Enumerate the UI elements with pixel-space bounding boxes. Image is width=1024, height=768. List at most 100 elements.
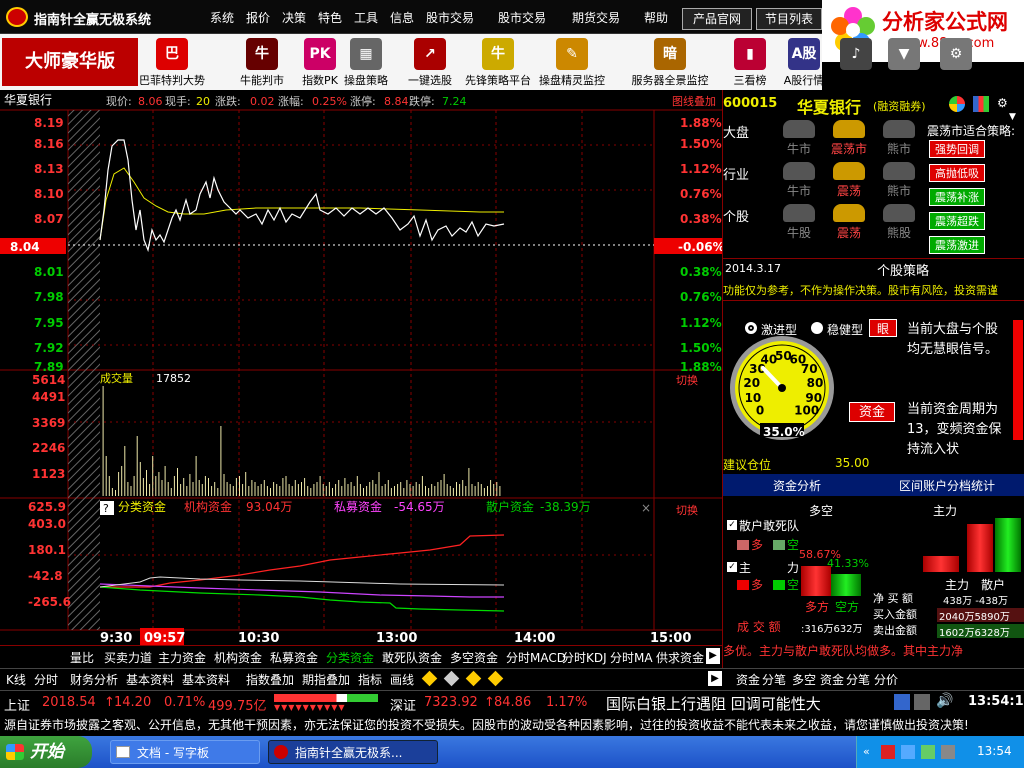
news-headline[interactable]: 国际白银上行遇阻 回调可能性大 bbox=[606, 693, 821, 714]
strategy-button-2[interactable]: 震荡补涨 bbox=[929, 188, 985, 206]
short-bar bbox=[831, 574, 861, 596]
overlay-button[interactable]: 图线叠加 bbox=[672, 94, 716, 108]
toolbar-scroll-icon[interactable]: ▼ bbox=[1008, 68, 1020, 88]
market-bear-label-1: 熊市 bbox=[886, 184, 911, 198]
view-tab-2[interactable]: 财务分析 bbox=[70, 671, 118, 688]
market-row-label-1: 行业 bbox=[723, 168, 750, 183]
strategy-button-0[interactable]: 强势回调 bbox=[929, 140, 985, 158]
toolbar-button-3[interactable]: ▦ 操盘策略 bbox=[330, 38, 402, 88]
settings-icon[interactable]: ⚙ bbox=[997, 96, 1008, 110]
menu-stock-trade[interactable]: 股市交易 bbox=[426, 9, 474, 26]
main-checkbox[interactable]: ✓ bbox=[727, 562, 737, 572]
retail-checkbox[interactable]: ✓ bbox=[727, 520, 737, 530]
view-tab-4[interactable]: 基本资料 bbox=[182, 671, 230, 688]
toolbar-button-7[interactable]: 暗服务器全景监控 bbox=[622, 38, 718, 88]
strategy-button-3[interactable]: 震荡超跌 bbox=[929, 212, 985, 230]
pct-label: 涨幅: bbox=[278, 95, 304, 108]
indicator-tab-3[interactable]: 机构资金 bbox=[214, 649, 262, 666]
side-tab-3[interactable]: 资金 bbox=[820, 671, 844, 688]
indicator-tab-1[interactable]: 买卖力道 bbox=[104, 649, 152, 666]
chat-icon[interactable] bbox=[914, 694, 930, 710]
indicator-tab-2[interactable]: 主力资金 bbox=[158, 649, 206, 666]
draw-tool-icon-1[interactable] bbox=[443, 670, 460, 687]
draw-tool-icon-2[interactable] bbox=[465, 670, 482, 687]
draw-tool-icon-3[interactable] bbox=[487, 670, 504, 687]
indicator-tab-5[interactable]: 分类资金 bbox=[326, 649, 374, 666]
tray-display-icon[interactable] bbox=[901, 745, 915, 759]
view-tab-0[interactable]: K线 bbox=[6, 671, 26, 688]
tabs-scroll-right-icon[interactable]: ▶ bbox=[706, 648, 720, 664]
news-icon[interactable] bbox=[894, 694, 910, 710]
fund-axis-label-4: -265.6 bbox=[28, 595, 71, 609]
toolbar-icon-6: ✎ bbox=[556, 38, 588, 70]
speaker-icon[interactable]: 🔊 bbox=[936, 693, 953, 709]
volume-switch-button[interactable]: 切换 bbox=[676, 373, 698, 387]
net-buy-label: 净 买 额 bbox=[873, 592, 913, 605]
view-tab-8[interactable]: 画线 bbox=[390, 671, 414, 688]
indicator-tab-0[interactable]: 量比 bbox=[70, 649, 94, 666]
indicator-tab-4[interactable]: 私募资金 bbox=[270, 649, 318, 666]
sz-index-label: 深证 bbox=[390, 699, 417, 714]
view-tab-5[interactable]: 指数叠加 bbox=[246, 671, 294, 688]
view-tab-7[interactable]: 指标 bbox=[358, 671, 382, 688]
tab-fund-analysis[interactable]: 资金分析 bbox=[773, 477, 821, 494]
tray-network-icon[interactable] bbox=[881, 745, 895, 759]
fund-close-icon[interactable]: × bbox=[641, 501, 651, 515]
pct-axis-label-2: 1.12% bbox=[680, 162, 722, 176]
toolbar-button-0[interactable]: 巴巴菲特判大势 bbox=[136, 38, 208, 88]
steady-radio[interactable] bbox=[811, 322, 823, 334]
menu-decision[interactable]: 决策 bbox=[282, 9, 306, 26]
official-site-button[interactable]: 产品官网 bbox=[682, 8, 752, 30]
menu-feature[interactable]: 特色 bbox=[318, 9, 342, 26]
view-tab-1[interactable]: 分时 bbox=[34, 671, 58, 688]
side-scroll-icon[interactable]: ▼ bbox=[1009, 112, 1016, 122]
inst-fund-value: 93.04万 bbox=[246, 500, 292, 514]
draw-tool-icon-0[interactable] bbox=[421, 670, 438, 687]
indicator-tab-8[interactable]: 分时MACD bbox=[506, 649, 566, 666]
aggressive-radio[interactable] bbox=[745, 322, 757, 334]
tabs2-scroll-right-icon[interactable]: ▶ bbox=[708, 671, 722, 686]
fund-switch-button[interactable]: 切换 bbox=[676, 503, 698, 517]
taskbar-wordpad[interactable]: 文档 - 写字板 bbox=[110, 740, 260, 764]
fund-signal-button[interactable]: 资金 bbox=[849, 402, 895, 422]
menu-tools[interactable]: 工具 bbox=[354, 9, 378, 26]
toolbar-button-12[interactable]: ⚙ 启动界面 bbox=[926, 38, 986, 88]
side-tab-4[interactable]: 分笔 bbox=[846, 671, 870, 688]
menu-info[interactable]: 信息 bbox=[390, 9, 414, 26]
pct-axis-label-10: 1.88% bbox=[680, 360, 722, 374]
wordpad-icon bbox=[116, 746, 130, 758]
indicator-tab-9[interactable]: 分时KDJ bbox=[562, 649, 607, 666]
pie-chart-icon[interactable] bbox=[949, 96, 965, 112]
fund-axis-label-2: 180.1 bbox=[28, 543, 66, 557]
view-tab-6[interactable]: 期指叠加 bbox=[302, 671, 350, 688]
tray-app-icon[interactable] bbox=[921, 745, 935, 759]
tray-expand-icon[interactable]: « bbox=[863, 745, 870, 758]
bar-chart-icon[interactable] bbox=[973, 96, 989, 112]
menu-help[interactable]: 帮助 bbox=[644, 9, 668, 26]
indicator-tab-6[interactable]: 敢死队资金 bbox=[382, 649, 442, 666]
side-tab-5[interactable]: 分价 bbox=[874, 671, 898, 688]
indicator-tab-7[interactable]: 多空资金 bbox=[450, 649, 498, 666]
strategy-button-1[interactable]: 高抛低吸 bbox=[929, 164, 985, 182]
tray-volume-icon[interactable] bbox=[941, 745, 955, 759]
toolbar-button-6[interactable]: ✎ 操盘精灵监控 bbox=[536, 38, 608, 88]
toolbar-button-5[interactable]: 牛先锋策略平台 bbox=[454, 38, 542, 88]
side-tab-1[interactable]: 分笔 bbox=[762, 671, 786, 688]
indicator-tab-11[interactable]: 供求资金 bbox=[656, 649, 704, 666]
side-scrollbar[interactable] bbox=[1013, 320, 1023, 440]
side-tab-0[interactable]: 资金 bbox=[736, 671, 760, 688]
view-tab-3[interactable]: 基本资料 bbox=[126, 671, 174, 688]
menu-stock-trade-2[interactable]: 股市交易 bbox=[498, 9, 546, 26]
strategy-button-4[interactable]: 震荡激进 bbox=[929, 236, 985, 254]
main-checkbox-label: 主 bbox=[739, 561, 752, 575]
menu-futures-trade[interactable]: 期货交易 bbox=[572, 9, 620, 26]
eye-signal-button[interactable]: 眼 bbox=[869, 319, 897, 337]
menu-quote[interactable]: 报价 bbox=[246, 9, 270, 26]
tab-range-stats[interactable]: 区间账户分档统计 bbox=[899, 477, 995, 494]
taskbar-stock-app[interactable]: 指南针全赢无极系... bbox=[268, 740, 438, 764]
program-list-button[interactable]: 节目列表 bbox=[756, 8, 822, 30]
volume-label: 成交量 bbox=[100, 371, 133, 385]
menu-system[interactable]: 系统 bbox=[210, 9, 234, 26]
side-tab-2[interactable]: 多空 bbox=[792, 671, 816, 688]
indicator-tab-10[interactable]: 分时MA bbox=[610, 649, 653, 666]
